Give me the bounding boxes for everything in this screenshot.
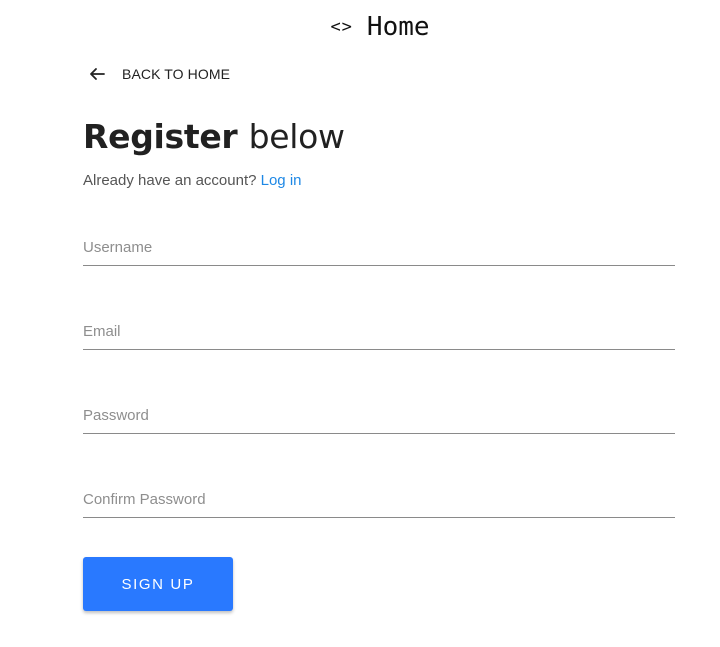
password-field[interactable] [83,398,675,434]
confirm-password-field[interactable] [83,482,675,518]
username-field[interactable] [83,230,675,266]
email-field[interactable] [83,314,675,350]
arrow-left-icon [90,68,105,80]
back-to-home-link[interactable]: BACK TO HOME [88,65,230,83]
page-title-strong: Register [83,117,238,156]
brand-title: Home [366,12,430,42]
account-prompt: Already have an account? Log in [83,172,302,189]
top-header: <> Home [0,10,720,44]
account-prompt-text: Already have an account? [83,172,257,189]
login-link[interactable]: Log in [261,172,302,189]
code-icon: <> [330,16,353,37]
home-brand-link[interactable]: <> Home [330,14,429,40]
page-title: Register below [83,115,345,159]
sign-up-button[interactable]: SIGN UP [83,557,233,611]
page-title-light: below [248,117,345,156]
back-to-home-label: BACK TO HOME [122,66,231,82]
